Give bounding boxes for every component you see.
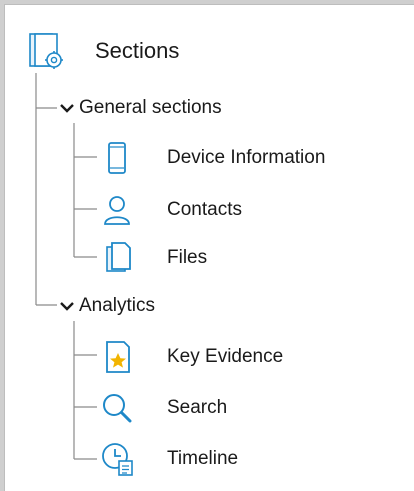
search-magnifier-icon	[103, 394, 132, 423]
tree-item-timeline[interactable]: Timeline	[97, 441, 238, 477]
tree-root-sections[interactable]: Sections	[27, 31, 179, 71]
tree-item-label: Search	[167, 397, 228, 418]
device-phone-icon	[108, 142, 126, 174]
tree-item-files[interactable]: Files	[97, 241, 207, 275]
tree-root-label: Sections	[95, 38, 180, 63]
files-icon	[106, 242, 131, 272]
tree-item-label: Key Evidence	[167, 346, 284, 367]
chevron-down-icon[interactable]	[59, 298, 75, 314]
tree-item-contacts[interactable]: Contacts	[97, 193, 242, 227]
tree-group-label: Analytics	[79, 295, 156, 316]
tree-item-search[interactable]: Search	[97, 391, 227, 425]
tree-item-label: Contacts	[167, 199, 242, 220]
chevron-down-icon[interactable]	[59, 100, 75, 116]
tree-group-general-sections[interactable]: General sections	[59, 97, 222, 119]
sections-gear-icon	[29, 33, 63, 69]
tree-item-label: Timeline	[167, 448, 239, 469]
contact-person-icon	[104, 196, 130, 225]
sections-panel: Sections General sections Device Informa…	[4, 4, 414, 491]
tree-group-label: General sections	[79, 97, 222, 118]
tree-item-label: Files	[167, 247, 208, 268]
tree-item-device-information[interactable]: Device Information	[97, 141, 325, 175]
tree-item-key-evidence[interactable]: Key Evidence	[97, 339, 283, 375]
key-evidence-star-icon	[106, 341, 130, 373]
tree-item-label: Device Information	[167, 147, 326, 168]
tree-group-analytics[interactable]: Analytics	[59, 295, 155, 317]
timeline-clock-icon	[102, 443, 133, 476]
